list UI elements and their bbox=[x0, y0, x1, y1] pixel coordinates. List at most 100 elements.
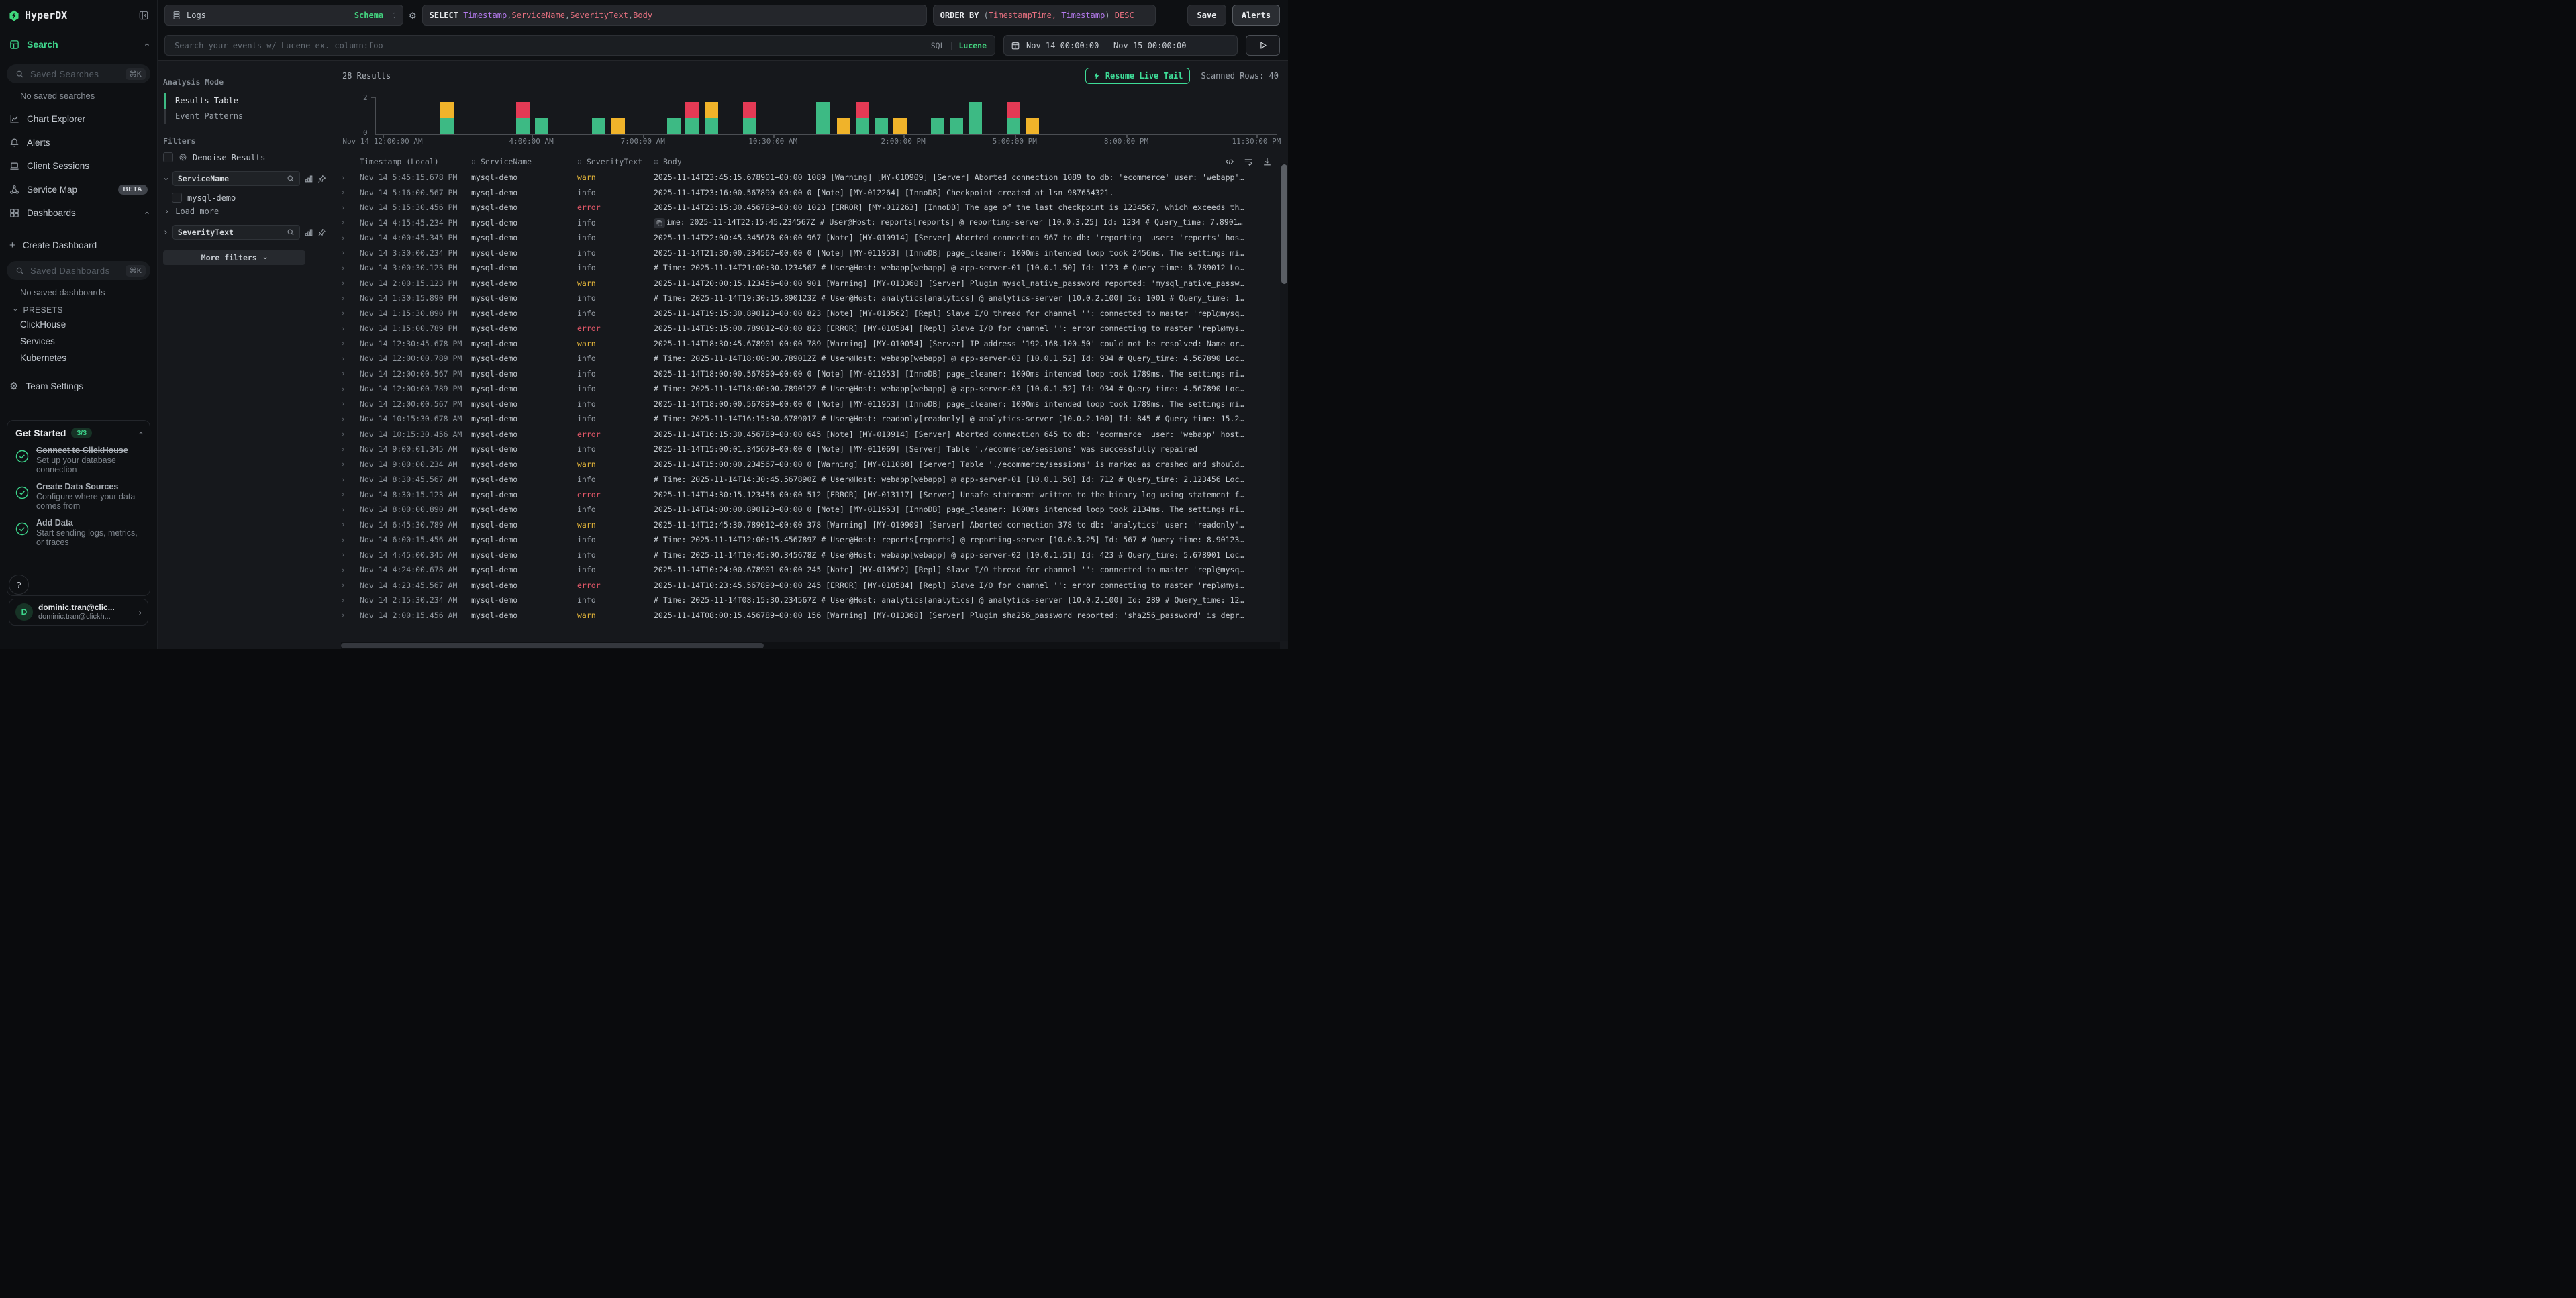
expand-row-button[interactable]: › bbox=[341, 430, 346, 438]
sidebar-item-search[interactable]: Search › bbox=[0, 31, 157, 58]
table-row[interactable]: ›Nov 14 4:00:45.345 PMmysql-demoinfo2025… bbox=[341, 230, 1288, 246]
table-row[interactable]: ›Nov 14 10:15:30.456 AMmysql-demoerror20… bbox=[341, 427, 1288, 442]
table-row[interactable]: ›Nov 14 4:15:45.234 PMmysql-demoinfoime:… bbox=[341, 215, 1288, 231]
table-row[interactable]: ›Nov 14 2:00:15.123 PMmysql-demowarn2025… bbox=[341, 276, 1288, 291]
preset-clickhouse[interactable]: ClickHouse bbox=[0, 316, 157, 333]
get-started-header[interactable]: Get Started 3/3 › bbox=[15, 428, 142, 438]
expand-row-button[interactable]: › bbox=[341, 234, 346, 242]
get-started-item-create-data-sources[interactable]: Create Data SourcesConfigure where your … bbox=[15, 482, 142, 511]
histogram-bar[interactable] bbox=[743, 102, 756, 134]
histogram-bar[interactable] bbox=[705, 102, 718, 134]
expand-row-button[interactable]: › bbox=[341, 505, 346, 514]
sql-toggle[interactable]: SQL bbox=[931, 41, 945, 50]
chevron-right-icon[interactable]: › bbox=[163, 228, 168, 237]
expand-row-button[interactable]: › bbox=[341, 385, 346, 393]
table-row[interactable]: ›Nov 14 12:00:00.789 PMmysql-demoinfo# T… bbox=[341, 381, 1288, 397]
presets-toggle[interactable]: › PRESETS bbox=[0, 300, 157, 316]
table-row[interactable]: ›Nov 14 12:00:00.567 PMmysql-demoinfo202… bbox=[341, 366, 1288, 382]
table-row[interactable]: ›Nov 14 8:30:15.123 AMmysql-demoerror202… bbox=[341, 487, 1288, 503]
table-row[interactable]: ›Nov 14 5:15:30.456 PMmysql-demoerror202… bbox=[341, 200, 1288, 215]
help-button[interactable]: ? bbox=[9, 575, 29, 595]
histogram-bar[interactable] bbox=[969, 102, 982, 134]
expand-row-button[interactable]: › bbox=[341, 218, 346, 227]
user-menu[interactable]: D dominic.tran@clic... dominic.tran@clic… bbox=[9, 599, 148, 626]
table-row[interactable]: ›Nov 14 2:00:15.456 AMmysql-demowarn2025… bbox=[341, 608, 1288, 623]
tab-event-patterns[interactable]: Event Patterns bbox=[166, 109, 326, 124]
expand-row-button[interactable]: › bbox=[341, 279, 346, 287]
table-row[interactable]: ›Nov 14 8:00:00.890 AMmysql-demoinfo2025… bbox=[341, 502, 1288, 517]
table-row[interactable]: ›Nov 14 6:00:15.456 AMmysql-demoinfo# Ti… bbox=[341, 532, 1288, 548]
histogram-bar[interactable] bbox=[1026, 118, 1039, 134]
preset-services[interactable]: Services bbox=[0, 333, 157, 350]
table-row[interactable]: ›Nov 14 2:15:30.234 AMmysql-demoinfo# Ti… bbox=[341, 593, 1288, 608]
horizontal-scrollbar-thumb[interactable] bbox=[341, 643, 764, 648]
source-select[interactable]: Logs Schema ›› bbox=[164, 5, 403, 26]
expand-row-button[interactable]: › bbox=[341, 445, 346, 454]
bar-chart-icon[interactable] bbox=[304, 228, 313, 237]
wrap-lines-icon[interactable] bbox=[1244, 157, 1253, 166]
table-row[interactable]: ›Nov 14 6:45:30.789 AMmysql-demowarn2025… bbox=[341, 517, 1288, 533]
resume-live-tail-button[interactable]: Resume Live Tail bbox=[1085, 68, 1191, 84]
table-row[interactable]: ›Nov 14 3:00:30.123 PMmysql-demoinfo# Ti… bbox=[341, 260, 1288, 276]
sidebar-item-alerts[interactable]: Alerts bbox=[0, 131, 157, 154]
column-severitytext[interactable]: ∷SeverityText bbox=[577, 157, 654, 166]
expand-row-button[interactable]: › bbox=[341, 520, 346, 529]
histogram-bar[interactable] bbox=[611, 118, 625, 134]
horizontal-scrollbar[interactable] bbox=[341, 642, 1280, 649]
table-row[interactable]: ›Nov 14 5:45:15.678 PMmysql-demowarn2025… bbox=[341, 170, 1288, 185]
gear-icon[interactable]: ⚙ bbox=[409, 9, 416, 21]
sidebar-item-team-settings[interactable]: ⚙ Team Settings bbox=[0, 376, 157, 396]
get-started-item-connect-to-clickhouse[interactable]: Connect to ClickHouseSet up your databas… bbox=[15, 446, 142, 475]
expand-row-button[interactable]: › bbox=[341, 399, 346, 408]
select-query-input[interactable]: SELECT Timestamp,ServiceName,SeverityTex… bbox=[422, 5, 927, 26]
date-range-picker[interactable]: 1 Nov 14 00:00:00 - Nov 15 00:00:00 bbox=[1003, 35, 1238, 56]
expand-row-button[interactable]: › bbox=[341, 566, 346, 575]
pin-icon[interactable] bbox=[317, 174, 326, 183]
tab-results-table[interactable]: Results Table bbox=[166, 93, 326, 109]
denoise-checkbox[interactable] bbox=[163, 152, 173, 162]
more-filters-button[interactable]: More filters › bbox=[163, 250, 305, 265]
table-row[interactable]: ›Nov 14 10:15:30.678 AMmysql-demoinfo# T… bbox=[341, 411, 1288, 427]
expand-row-button[interactable]: › bbox=[341, 415, 346, 423]
expand-row-button[interactable]: › bbox=[341, 536, 346, 544]
column-timestamp[interactable]: Timestamp (Local) bbox=[356, 157, 471, 166]
code-view-icon[interactable] bbox=[1225, 157, 1234, 166]
histogram-bar[interactable] bbox=[837, 118, 850, 134]
column-servicename[interactable]: ∷ServiceName bbox=[471, 157, 577, 166]
sidebar-item-chart-explorer[interactable]: Chart Explorer bbox=[0, 107, 157, 131]
run-query-button[interactable] bbox=[1246, 35, 1280, 56]
histogram-bar[interactable] bbox=[440, 102, 454, 134]
histogram-bar[interactable] bbox=[893, 118, 907, 134]
drag-handle-icon[interactable]: ∷ bbox=[471, 157, 476, 166]
vertical-scrollbar[interactable] bbox=[1280, 163, 1288, 641]
facet-servicename-search[interactable]: ServiceName bbox=[172, 171, 300, 186]
pin-icon[interactable] bbox=[317, 228, 326, 237]
expand-row-button[interactable]: › bbox=[341, 309, 346, 317]
preset-kubernetes[interactable]: Kubernetes bbox=[0, 350, 157, 366]
facet-severitytext-search[interactable]: SeverityText bbox=[172, 225, 300, 240]
histogram-bar[interactable] bbox=[816, 102, 830, 134]
expand-row-button[interactable]: › bbox=[341, 339, 346, 348]
table-row[interactable]: ›Nov 14 9:00:01.345 AMmysql-demoinfo2025… bbox=[341, 442, 1288, 457]
expand-row-button[interactable]: › bbox=[341, 490, 346, 499]
histogram-bar[interactable] bbox=[875, 118, 888, 134]
expand-row-button[interactable]: › bbox=[341, 324, 346, 333]
sidebar-item-service-map[interactable]: Service MapBETA bbox=[0, 178, 157, 201]
histogram-bar[interactable] bbox=[950, 118, 963, 134]
expand-row-button[interactable]: › bbox=[341, 354, 346, 363]
saved-searches-input[interactable]: Saved Searches ⌘K bbox=[7, 64, 150, 83]
table-row[interactable]: ›Nov 14 4:45:00.345 AMmysql-demoinfo# Ti… bbox=[341, 548, 1288, 563]
chevron-down-icon[interactable]: › bbox=[161, 176, 170, 181]
expand-row-button[interactable]: › bbox=[341, 248, 346, 257]
table-row[interactable]: ›Nov 14 8:30:45.567 AMmysql-demoinfo# Ti… bbox=[341, 472, 1288, 487]
histogram-bar[interactable] bbox=[516, 102, 530, 134]
expand-row-button[interactable]: › bbox=[341, 264, 346, 272]
table-row[interactable]: ›Nov 14 9:00:00.234 AMmysql-demowarn2025… bbox=[341, 457, 1288, 472]
table-row[interactable]: ›Nov 14 4:24:00.678 AMmysql-demoinfo2025… bbox=[341, 562, 1288, 578]
saved-dashboards-input[interactable]: Saved Dashboards ⌘K bbox=[7, 261, 150, 280]
table-row[interactable]: ›Nov 14 1:30:15.890 PMmysql-demoinfo# Ti… bbox=[341, 291, 1288, 306]
save-button[interactable]: Save bbox=[1187, 5, 1226, 26]
collapse-sidebar-icon[interactable] bbox=[139, 11, 148, 20]
sidebar-item-dashboards[interactable]: Dashboards› bbox=[0, 201, 157, 225]
table-row[interactable]: ›Nov 14 12:00:00.567 PMmysql-demoinfo202… bbox=[341, 397, 1288, 412]
